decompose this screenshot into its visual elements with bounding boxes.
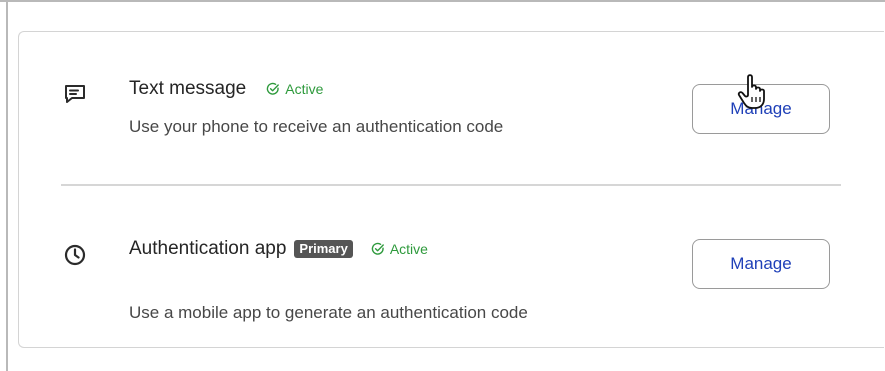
method-title: Text message [129,78,247,99]
method-row-authentication-app: Authentication app Primary Active Use a … [19,187,885,347]
primary-badge: Primary [294,240,353,258]
method-title: Authentication app [129,238,287,259]
screen-frame-top [0,0,885,2]
method-description: Use your phone to receive an authenticat… [129,117,504,136]
method-row-text-message: Text message Active Use your phone to re… [19,32,885,184]
status-label: Active [285,81,324,97]
status-label: Active [389,241,428,257]
check-circle-icon [266,82,280,96]
method-title-line: Authentication app Primary Active [129,237,428,261]
manage-button-authentication-app[interactable]: Manage [692,239,830,289]
status-active: Active [371,240,428,258]
clock-icon [63,243,87,267]
status-active: Active [266,80,323,98]
screen-frame-left [6,0,8,371]
method-title-line: Text message Active [129,77,323,101]
message-icon [63,82,87,106]
check-circle-icon [371,242,385,256]
manage-button-text-message[interactable]: Manage [692,84,830,134]
method-description: Use a mobile app to generate an authenti… [129,303,528,322]
row-divider [61,184,841,186]
two-factor-methods-card: Text message Active Use your phone to re… [18,31,884,348]
